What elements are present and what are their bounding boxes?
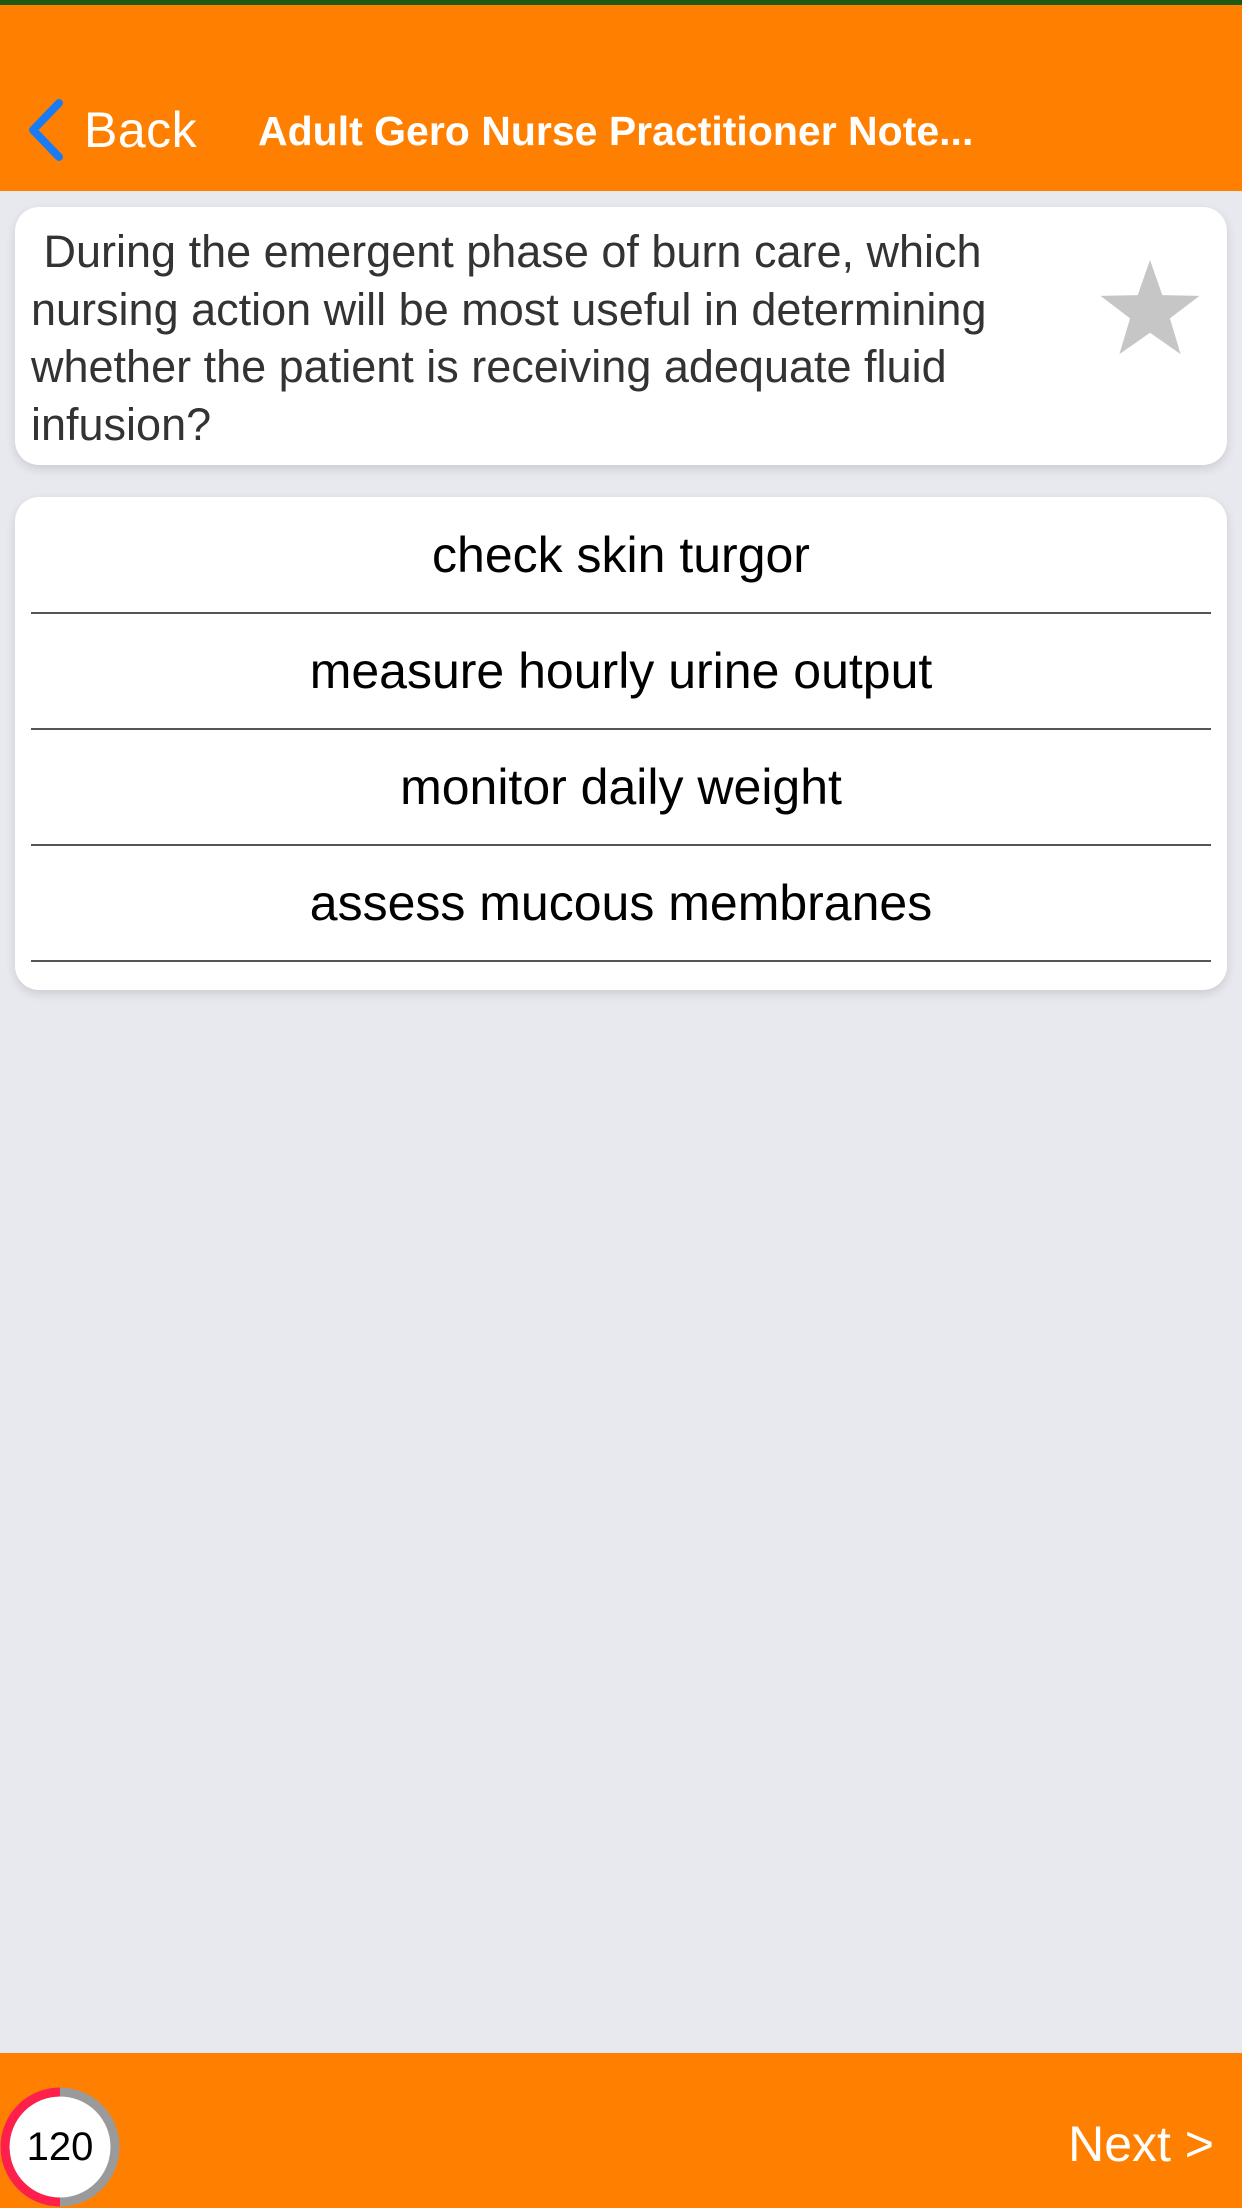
chevron-left-icon (29, 99, 63, 161)
answer-option[interactable]: assess mucous membranes (31, 845, 1211, 962)
question-card: During the emergent phase of burn care, … (15, 207, 1227, 465)
page-title: Adult Gero Nurse Practitioner Note... (258, 108, 974, 154)
answer-option[interactable]: measure hourly urine output (31, 613, 1211, 730)
bottom-toolbar: 120 Next > (0, 2053, 1242, 2208)
answer-option[interactable]: check skin turgor (31, 497, 1211, 614)
next-button[interactable]: Next > (1068, 2115, 1214, 2173)
star-icon[interactable] (1090, 252, 1210, 372)
answer-list: check skin turgor measure hourly urine o… (15, 497, 1227, 990)
back-button[interactable]: Back (26, 93, 197, 167)
question-text: During the emergent phase of burn care, … (31, 226, 999, 450)
answer-option[interactable]: monitor daily weight (31, 729, 1211, 846)
navigation-bar: Back Adult Gero Nurse Practitioner Note.… (0, 5, 1242, 191)
timer-value: 120 (26, 2124, 94, 2169)
back-label: Back (84, 102, 198, 158)
countdown-timer: 120 (0, 2086, 120, 2208)
